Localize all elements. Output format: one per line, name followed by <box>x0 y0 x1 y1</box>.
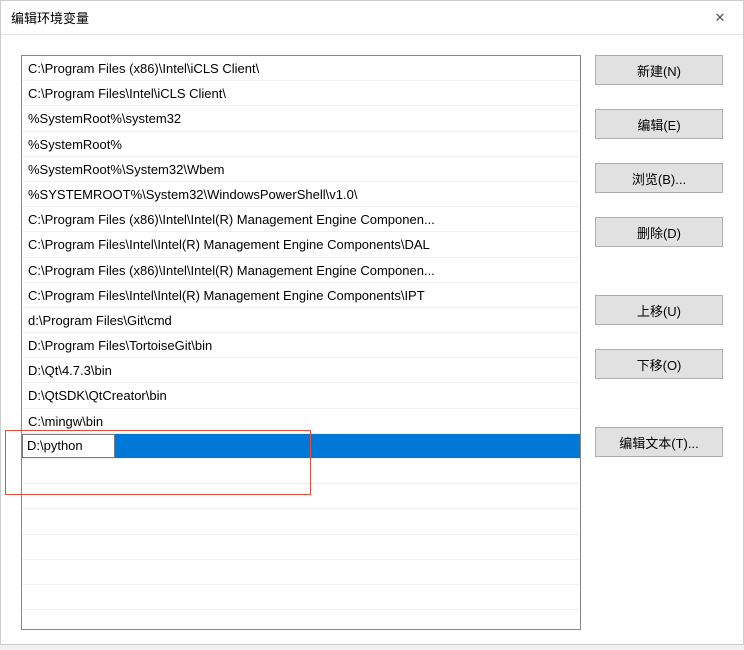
list-item[interactable]: d:\Program Files\Git\cmd <box>22 308 580 333</box>
delete-button[interactable]: 删除(D) <box>595 217 723 247</box>
list-item-editing[interactable] <box>22 434 580 459</box>
list-item[interactable]: D:\Program Files\TortoiseGit\bin <box>22 333 580 358</box>
list-item-empty[interactable] <box>22 509 580 534</box>
edit-text-button[interactable]: 编辑文本(T)... <box>595 427 723 457</box>
list-item-empty[interactable] <box>22 459 580 484</box>
list-item[interactable]: C:\Program Files (x86)\Intel\Intel(R) Ma… <box>22 207 580 232</box>
list-item[interactable]: D:\QtSDK\QtCreator\bin <box>22 383 580 408</box>
list-item[interactable]: %SystemRoot%\system32 <box>22 106 580 131</box>
list-item[interactable]: C:\Program Files\Intel\Intel(R) Manageme… <box>22 283 580 308</box>
list-wrapper: C:\Program Files (x86)\Intel\iCLS Client… <box>21 55 581 630</box>
list-item[interactable]: %SYSTEMROOT%\System32\WindowsPowerShell\… <box>22 182 580 207</box>
list-item-empty[interactable] <box>22 484 580 509</box>
list-item[interactable]: C:\Program Files (x86)\Intel\Intel(R) Ma… <box>22 258 580 283</box>
dialog-content: C:\Program Files (x86)\Intel\iCLS Client… <box>1 35 743 650</box>
env-var-editor-dialog: 编辑环境变量 ✕ C:\Program Files (x86)\Intel\iC… <box>0 0 744 645</box>
list-item-empty[interactable] <box>22 585 580 610</box>
move-down-button[interactable]: 下移(O) <box>595 349 723 379</box>
list-item[interactable]: C:\Program Files\Intel\iCLS Client\ <box>22 81 580 106</box>
close-button[interactable]: ✕ <box>697 1 743 35</box>
browse-button[interactable]: 浏览(B)... <box>595 163 723 193</box>
list-item[interactable]: C:\mingw\bin <box>22 409 580 434</box>
titlebar: 编辑环境变量 ✕ <box>1 1 743 35</box>
close-icon: ✕ <box>715 10 726 26</box>
path-edit-input[interactable] <box>22 434 115 458</box>
list-item[interactable]: %SystemRoot% <box>22 132 580 157</box>
list-item[interactable]: %SystemRoot%\System32\Wbem <box>22 157 580 182</box>
dialog-title: 编辑环境变量 <box>11 8 89 27</box>
new-button[interactable]: 新建(N) <box>595 55 723 85</box>
edit-button[interactable]: 编辑(E) <box>595 109 723 139</box>
list-item-empty[interactable] <box>22 535 580 560</box>
button-column: 新建(N) 编辑(E) 浏览(B)... 删除(D) 上移(U) 下移(O) 编… <box>595 55 723 630</box>
list-item[interactable]: D:\Qt\4.7.3\bin <box>22 358 580 383</box>
list-item-empty[interactable] <box>22 560 580 585</box>
path-listbox[interactable]: C:\Program Files (x86)\Intel\iCLS Client… <box>21 55 581 630</box>
list-item[interactable]: C:\Program Files\Intel\Intel(R) Manageme… <box>22 232 580 257</box>
list-item[interactable]: C:\Program Files (x86)\Intel\iCLS Client… <box>22 56 580 81</box>
move-up-button[interactable]: 上移(U) <box>595 295 723 325</box>
